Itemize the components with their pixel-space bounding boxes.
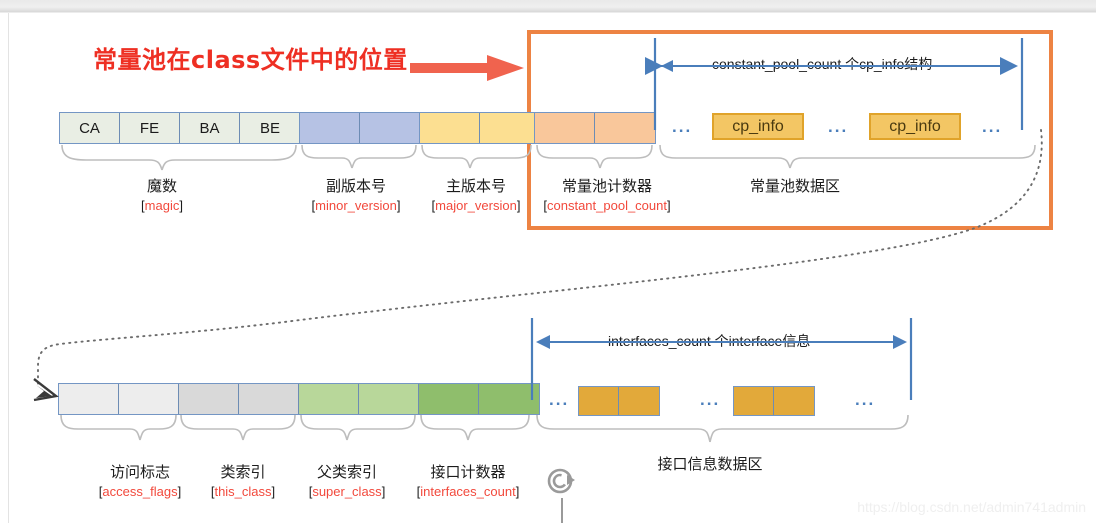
caption-en-text: minor_version xyxy=(315,198,397,213)
byte-cell xyxy=(59,384,119,414)
caption-en: [magic] xyxy=(141,198,183,213)
caption-access-flags: 访问标志 [access_flags] xyxy=(75,461,205,499)
ellipsis-dots: ... xyxy=(549,390,570,409)
window-top-band xyxy=(0,0,1096,13)
ellipsis-dots: ... xyxy=(982,117,1003,136)
caption-cn: 类索引 xyxy=(220,463,266,481)
caption-cn: 访问标志 xyxy=(109,463,170,481)
byte-cell xyxy=(360,113,420,143)
caption-en: [super_class] xyxy=(308,484,386,499)
byte-cell xyxy=(119,384,179,414)
minor-version-bytes-strip xyxy=(299,112,421,144)
ellipsis-dots: ... xyxy=(855,390,876,409)
diagram-canvas: 常量池在class文件中的位置 CA FE BA BE ... cp_info … xyxy=(0,0,1096,523)
caption-en-text: super_class xyxy=(312,484,382,499)
byte-cell xyxy=(480,113,540,143)
caption-en: [this_class] xyxy=(210,484,276,499)
caption-en: [interfaces_count] xyxy=(416,484,520,499)
caption-super-class: 父类索引 [super_class] xyxy=(288,461,406,499)
caption-cn: 常量池计数器 xyxy=(561,177,652,195)
magic-bytes-strip: CA FE BA BE xyxy=(59,112,301,144)
caption-cn: 父类索引 xyxy=(316,463,377,481)
caption-en-text: interfaces_count xyxy=(420,484,516,499)
caption-en-text: access_flags xyxy=(102,484,178,499)
byte-cell xyxy=(300,113,360,143)
caption-cn: 副版本号 xyxy=(325,177,386,195)
caption-en-text: magic xyxy=(144,198,180,213)
arrow-right-icon xyxy=(410,55,524,81)
caption-magic: 魔数 [magic] xyxy=(100,175,224,213)
interface-byte-cell xyxy=(734,387,774,415)
interface-byte-cell xyxy=(579,387,619,415)
byte-cell: BE xyxy=(240,113,300,143)
caption-cn: 常量池数据区 xyxy=(749,177,840,195)
interface-info-block xyxy=(733,386,815,416)
caption-minor-version: 副版本号 [minor_version] xyxy=(292,175,420,213)
byte-cell: CA xyxy=(60,113,120,143)
interfaces-range-label: interfaces_count 个interface信息 xyxy=(604,331,815,351)
ellipsis-dots: ... xyxy=(700,390,721,409)
caption-constant-pool-area: 常量池数据区 xyxy=(700,175,890,196)
caption-interface-area: 接口信息数据区 xyxy=(635,453,785,474)
byte-cell xyxy=(595,113,655,143)
caption-cn: 接口信息数据区 xyxy=(657,455,763,473)
byte-cell xyxy=(179,384,239,414)
ellipsis-dots: ... xyxy=(828,117,849,136)
constant-pool-range-label: constant_pool_count 个cp_info结构 xyxy=(708,54,937,74)
interface-byte-cell xyxy=(774,387,814,415)
caption-cn: 魔数 xyxy=(146,177,177,195)
constant-pool-count-bytes-strip xyxy=(534,112,656,144)
byte-cell xyxy=(420,113,480,143)
caption-constant-pool-count: 常量池计数器 [constant_pool_count] xyxy=(527,175,687,213)
interface-byte-cell xyxy=(619,387,659,415)
refresh-icon[interactable] xyxy=(545,466,579,500)
byte-cell xyxy=(299,384,359,414)
caption-cn: 接口计数器 xyxy=(430,463,506,481)
caption-this-class: 类索引 [this_class] xyxy=(188,461,298,499)
caption-en-text: constant_pool_count xyxy=(547,198,667,213)
byte-cell xyxy=(359,384,419,414)
byte-cell: FE xyxy=(120,113,180,143)
caption-en: [access_flags] xyxy=(98,484,182,499)
caption-cn: 主版本号 xyxy=(445,177,506,195)
caption-en: [minor_version] xyxy=(311,198,401,213)
page-left-edge xyxy=(8,13,9,523)
caption-en: [constant_pool_count] xyxy=(543,198,671,213)
watermark: https://blog.csdn.net/admin741admin xyxy=(857,499,1086,515)
caption-en: [major_version] xyxy=(431,198,521,213)
byte-cell: BA xyxy=(180,113,240,143)
caption-interfaces-count: 接口计数器 [interfaces_count] xyxy=(398,461,538,499)
major-version-bytes-strip xyxy=(419,112,541,144)
cp-info-chip: cp_info xyxy=(869,113,961,140)
page-title: 常量池在class文件中的位置 xyxy=(93,46,408,74)
byte-cell xyxy=(535,113,595,143)
interface-info-block xyxy=(578,386,660,416)
byte-cell xyxy=(239,384,299,414)
byte-cell xyxy=(479,384,539,414)
caption-en-text: this_class xyxy=(214,484,272,499)
connector-arrowhead xyxy=(36,385,52,398)
ellipsis-dots: ... xyxy=(672,117,693,136)
caption-major-version: 主版本号 [major_version] xyxy=(412,175,540,213)
byte-cell xyxy=(419,384,479,414)
caption-en-text: major_version xyxy=(435,198,517,213)
cp-info-chip: cp_info xyxy=(712,113,804,140)
class-structure-bytes-strip xyxy=(58,383,540,415)
